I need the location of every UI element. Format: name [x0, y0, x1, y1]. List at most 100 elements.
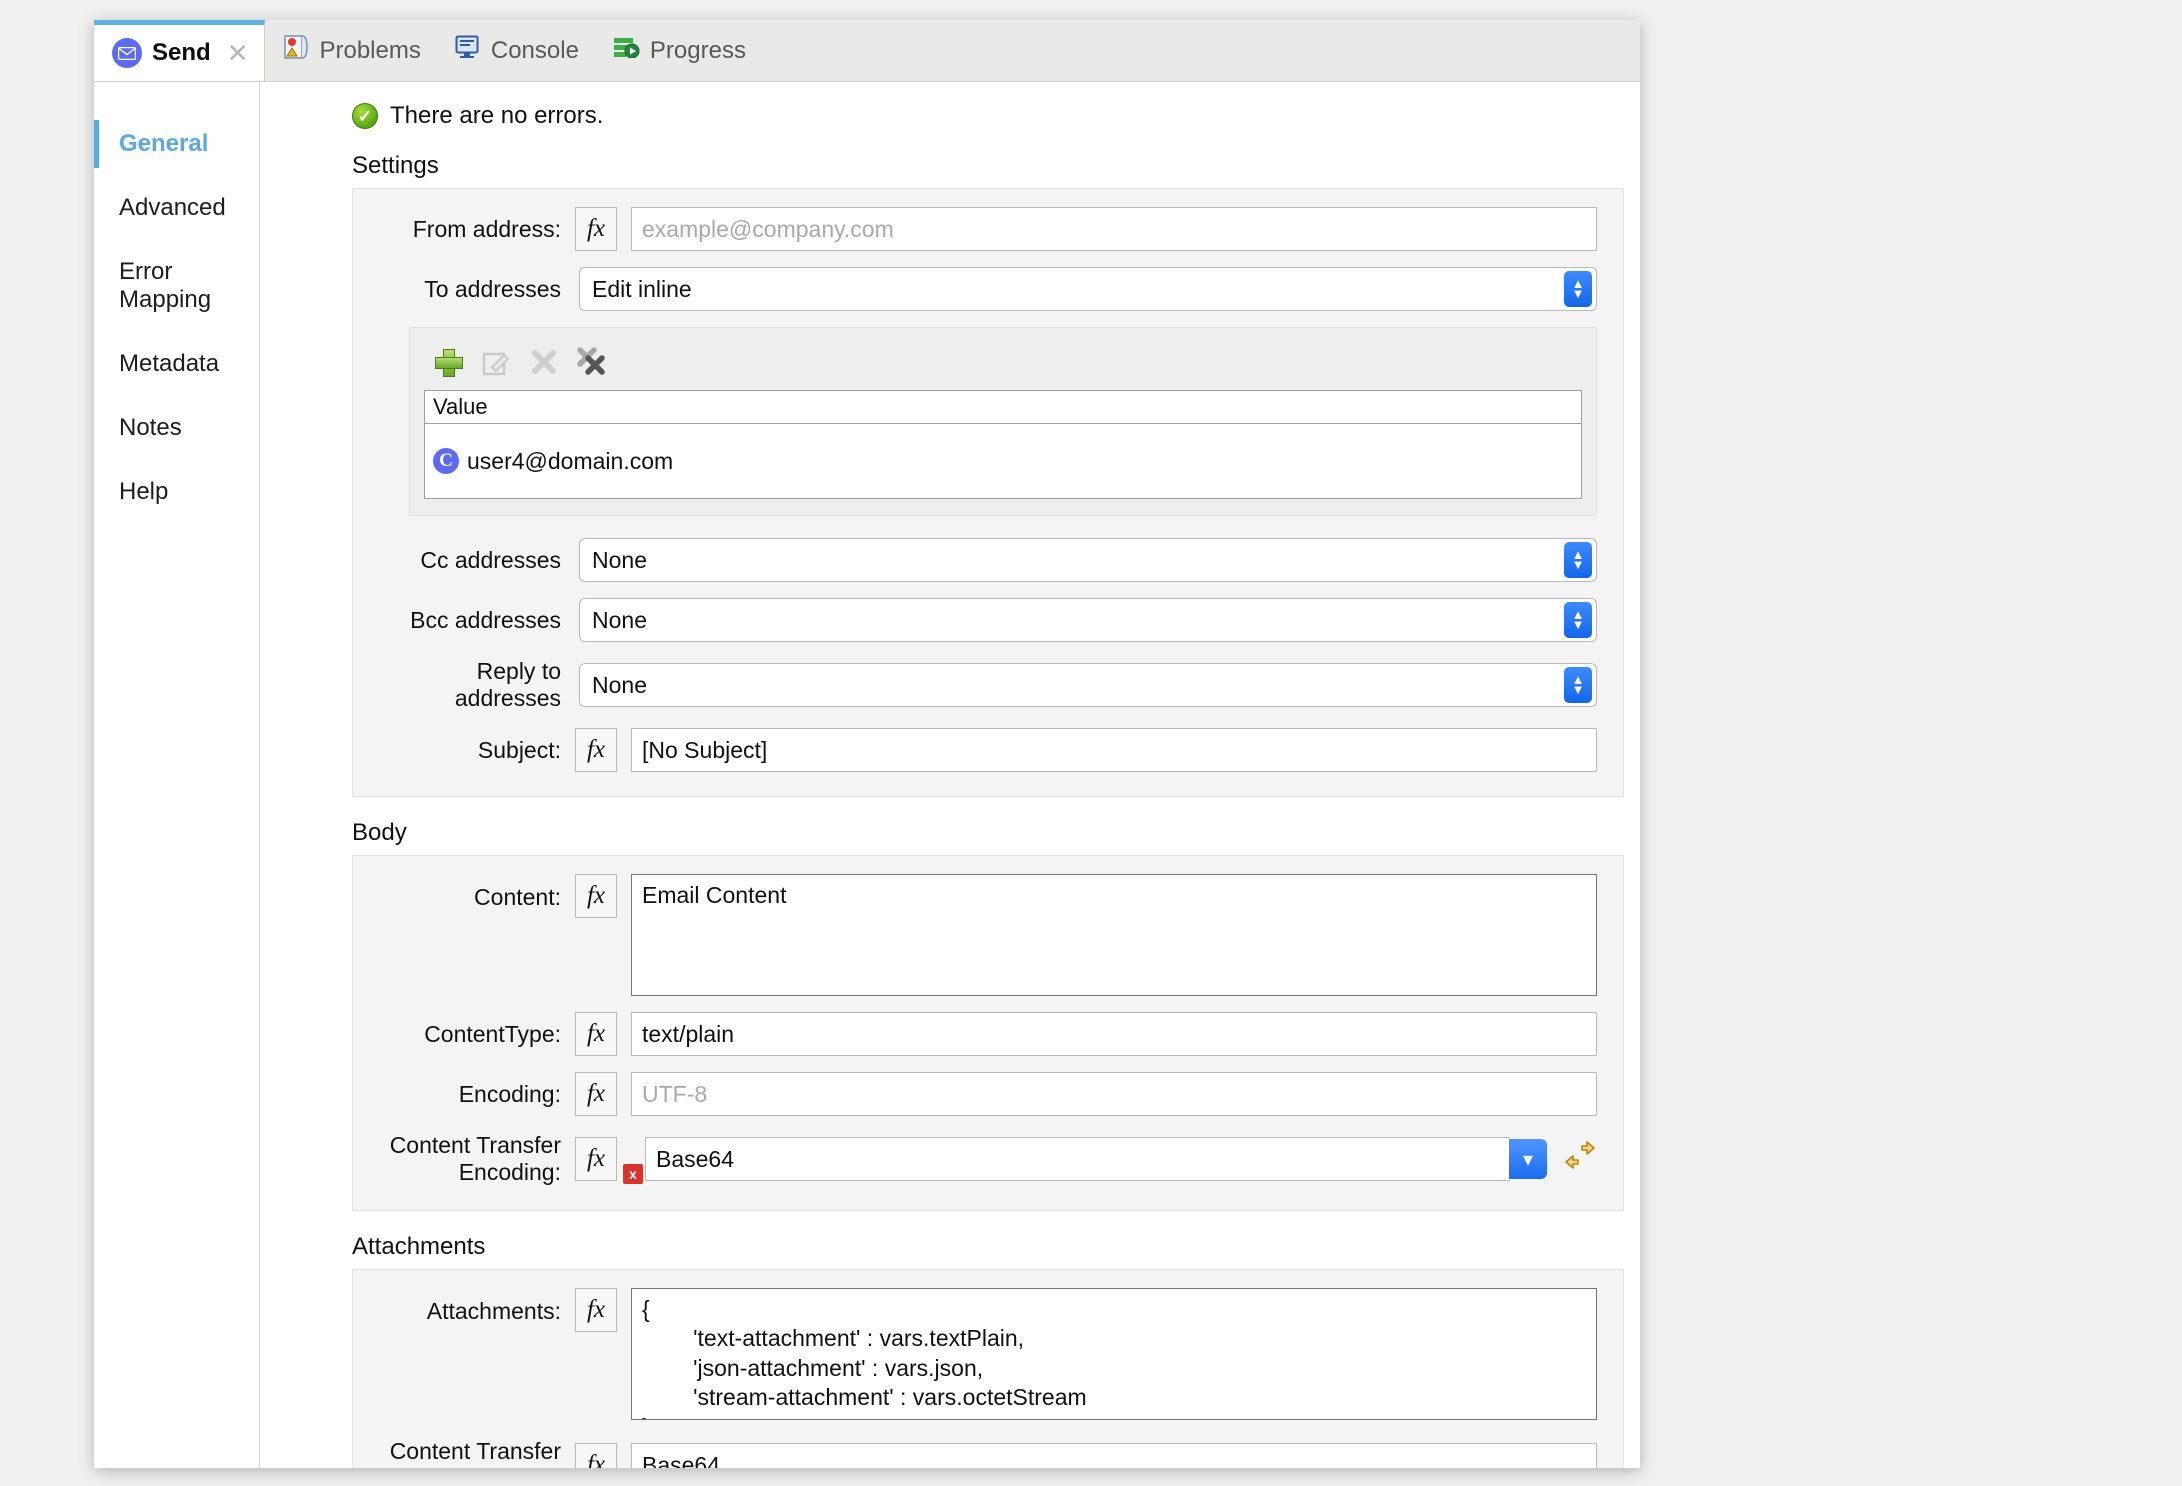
- body-group-title: Body: [352, 819, 1624, 847]
- progress-icon: [613, 36, 640, 65]
- tab-problems[interactable]: Problems: [265, 20, 436, 81]
- bcc-addresses-row: Bcc addresses None ▲▼: [379, 598, 1597, 642]
- expression-icon: C: [433, 448, 459, 474]
- encoding-fx-button[interactable]: fx: [575, 1072, 617, 1116]
- cc-addresses-row: Cc addresses None ▲▼: [379, 538, 1597, 582]
- table-row[interactable]: C user4@domain.com: [425, 424, 1581, 498]
- body-content-transfer-encoding-row: Content Transfer Encoding: fx x Base64 ▾: [379, 1132, 1597, 1186]
- tab-label: Problems: [319, 37, 420, 65]
- reply-to-addresses-select[interactable]: None ▲▼: [579, 663, 1597, 707]
- attachments-cte-input[interactable]: Base64: [631, 1443, 1597, 1468]
- body-cte-input[interactable]: Base64: [645, 1137, 1510, 1181]
- encoding-row: Encoding: fx UTF-8: [379, 1072, 1597, 1116]
- cc-addresses-label: Cc addresses: [379, 547, 575, 574]
- content-fx-button[interactable]: fx: [575, 874, 617, 918]
- attachments-textarea[interactable]: { 'text-attachment' : vars.textPlain, 'j…: [631, 1288, 1597, 1420]
- sidebar-item-advanced[interactable]: Advanced: [94, 184, 259, 232]
- bcc-addresses-label: Bcc addresses: [379, 607, 575, 634]
- bcc-addresses-value: None: [592, 607, 647, 634]
- content-row: Content: fx Email Content: [379, 874, 1597, 996]
- content-type-label: ContentType:: [379, 1021, 575, 1048]
- settings-group: Settings From address: fx example@compan…: [260, 152, 1640, 797]
- body-cte-label: Content Transfer Encoding:: [379, 1132, 575, 1186]
- settings-group-title: Settings: [352, 152, 1624, 180]
- attachments-row: Attachments: fx { 'text-attachment' : va…: [379, 1288, 1597, 1420]
- to-addresses-value: Edit inline: [592, 276, 692, 303]
- encoding-input[interactable]: UTF-8: [631, 1072, 1597, 1116]
- spinner-arrows-icon[interactable]: ▲▼: [1564, 271, 1592, 307]
- attachments-label: Attachments:: [379, 1288, 575, 1325]
- delete-icon[interactable]: [528, 346, 560, 378]
- sidebar-item-label: Error Mapping: [119, 258, 211, 313]
- console-icon: [455, 35, 481, 66]
- from-address-label: From address:: [379, 216, 575, 243]
- refresh-icon[interactable]: [1563, 1139, 1597, 1179]
- to-addresses-select[interactable]: Edit inline ▲▼: [579, 267, 1597, 311]
- tab-console[interactable]: Console: [437, 20, 595, 81]
- spinner-arrows-icon[interactable]: ▲▼: [1564, 542, 1592, 578]
- sidebar-item-notes[interactable]: Notes: [94, 404, 259, 452]
- subject-label: Subject:: [379, 737, 575, 764]
- attachments-group: Attachments Attachments: fx { 'text-atta…: [260, 1233, 1640, 1468]
- cc-addresses-select[interactable]: None ▲▼: [579, 538, 1597, 582]
- add-icon[interactable]: [432, 346, 464, 378]
- from-address-row: From address: fx example@company.com: [379, 207, 1597, 251]
- content-type-fx-button[interactable]: fx: [575, 1012, 617, 1056]
- envelope-icon: [112, 38, 142, 68]
- body-cte-fx-button[interactable]: fx: [575, 1137, 617, 1181]
- sidebar-item-error-mapping[interactable]: Error Mapping: [94, 248, 259, 324]
- sidebar-item-label: Metadata: [119, 350, 219, 377]
- to-addresses-list-panel: Value C user4@domain.com: [409, 327, 1597, 516]
- attachments-cte-fx-button[interactable]: fx: [575, 1443, 617, 1468]
- sidebar-item-label: Help: [119, 478, 168, 505]
- editor-split: General Advanced Error Mapping Metadata …: [94, 82, 1640, 1468]
- tab-label: Console: [491, 37, 579, 65]
- editor-window: Send ✕ Problems: [94, 20, 1640, 1468]
- encoding-label: Encoding:: [379, 1081, 575, 1108]
- to-addresses-row: To addresses Edit inline ▲▼: [379, 267, 1597, 311]
- tab-progress[interactable]: Progress: [595, 20, 762, 81]
- close-icon[interactable]: ✕: [227, 40, 249, 66]
- reply-to-addresses-label: Reply to addresses: [379, 658, 575, 712]
- body-group: Body Content: fx Email Content ContentTy…: [260, 819, 1640, 1211]
- sidebar-item-metadata[interactable]: Metadata: [94, 340, 259, 388]
- sidebar-item-general[interactable]: General: [94, 120, 259, 168]
- grid-cell-value: user4@domain.com: [467, 448, 673, 475]
- to-addresses-toolbar: [424, 338, 1582, 386]
- spinner-arrows-icon[interactable]: ▲▼: [1564, 667, 1592, 703]
- status-message: ✓ There are no errors.: [260, 82, 1640, 130]
- subject-input[interactable]: [No Subject]: [631, 728, 1597, 772]
- tab-label: Progress: [650, 37, 746, 65]
- grid-header-value: Value: [425, 391, 1581, 424]
- settings-panel: ✓ There are no errors. Settings From add…: [260, 82, 1640, 1468]
- reply-to-addresses-value: None: [592, 672, 647, 699]
- tab-send[interactable]: Send ✕: [94, 20, 265, 81]
- reply-to-addresses-row: Reply to addresses None ▲▼: [379, 658, 1597, 712]
- content-type-input[interactable]: text/plain: [631, 1012, 1597, 1056]
- to-addresses-grid: Value C user4@domain.com: [424, 390, 1582, 499]
- attachments-content-transfer-encoding-row: Content Transfer Encoding: fx Base64: [379, 1438, 1597, 1468]
- content-label: Content:: [379, 874, 575, 911]
- attachments-cte-label: Content Transfer Encoding:: [379, 1438, 575, 1468]
- edit-icon[interactable]: [480, 346, 512, 378]
- chevron-down-icon[interactable]: ▾: [1509, 1139, 1547, 1179]
- problems-icon: [283, 34, 309, 67]
- tab-label: Send: [152, 39, 211, 67]
- clear-all-icon[interactable]: [576, 346, 608, 378]
- attachments-group-title: Attachments: [352, 1233, 1624, 1261]
- tab-bar: Send ✕ Problems: [94, 20, 1640, 82]
- sidebar-item-help[interactable]: Help: [94, 468, 259, 516]
- sidebar-item-label: General: [119, 130, 208, 157]
- attachments-fx-button[interactable]: fx: [575, 1288, 617, 1332]
- from-address-fx-button[interactable]: fx: [575, 207, 617, 251]
- sidebar-item-label: Notes: [119, 414, 182, 441]
- to-addresses-label: To addresses: [379, 276, 575, 303]
- subject-fx-button[interactable]: fx: [575, 728, 617, 772]
- spinner-arrows-icon[interactable]: ▲▼: [1564, 602, 1592, 638]
- subject-row: Subject: fx [No Subject]: [379, 728, 1597, 772]
- content-type-row: ContentType: fx text/plain: [379, 1012, 1597, 1056]
- bcc-addresses-select[interactable]: None ▲▼: [579, 598, 1597, 642]
- content-textarea[interactable]: Email Content: [631, 874, 1597, 996]
- settings-sidebar: General Advanced Error Mapping Metadata …: [94, 82, 260, 1468]
- from-address-input[interactable]: example@company.com: [631, 207, 1597, 251]
